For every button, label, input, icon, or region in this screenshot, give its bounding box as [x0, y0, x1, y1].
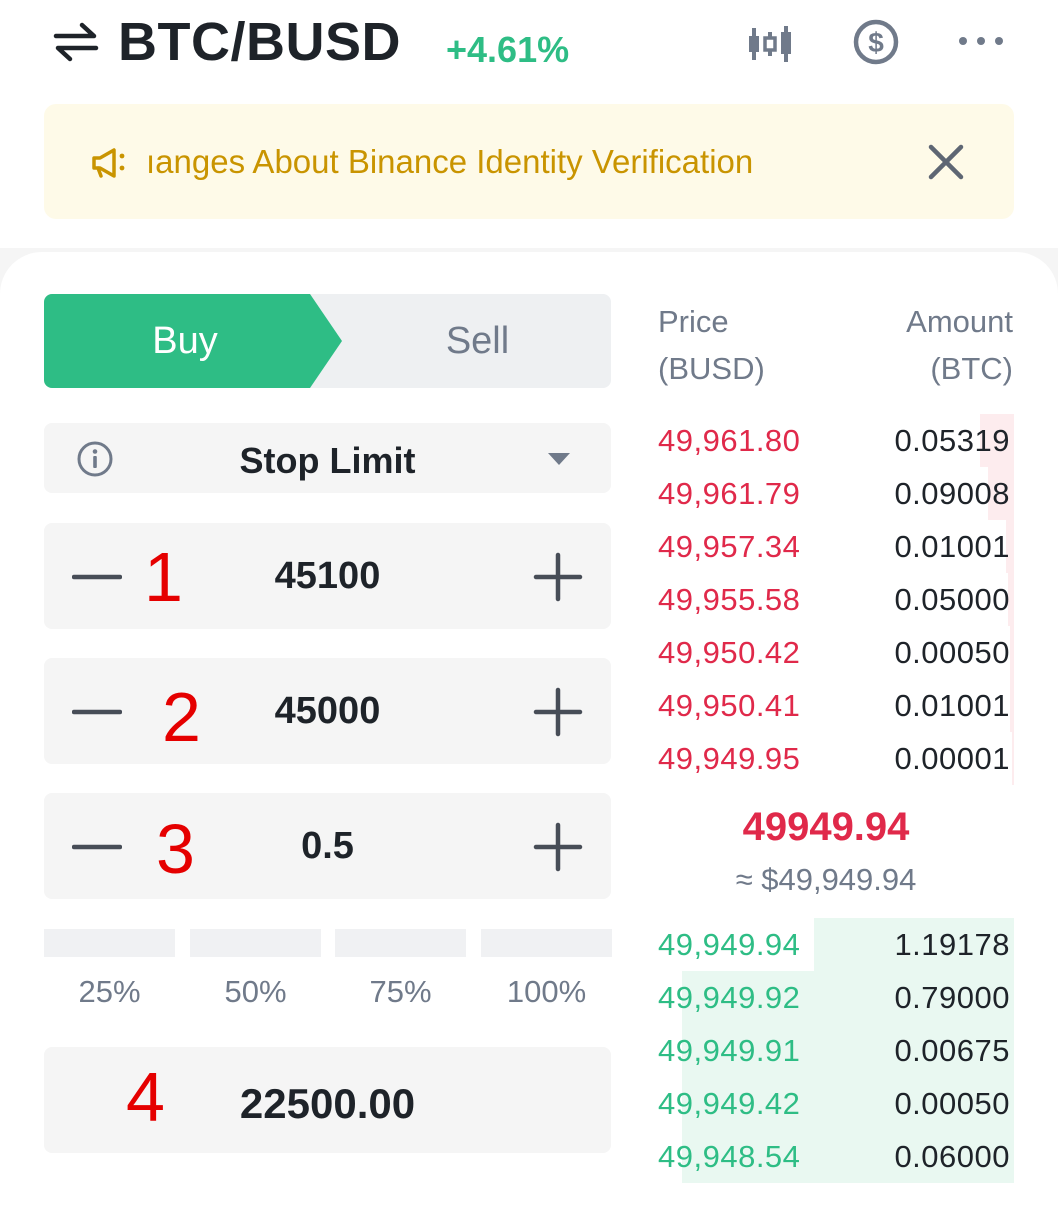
bid-price: 49,949.91 [658, 1033, 801, 1068]
svg-text:$: $ [868, 27, 884, 58]
annotation-label-2: 2 [162, 678, 201, 756]
bid-amount: 0.06000 [894, 1139, 1010, 1174]
bid-row[interactable]: 49,949.42 0.00050 [658, 1077, 1014, 1130]
amount-input[interactable]: 0.5 [44, 793, 611, 899]
percent-label-25[interactable]: 25% [44, 972, 175, 1012]
ask-row[interactable]: 49,949.95 0.00001 [658, 732, 1014, 785]
plus-icon[interactable] [532, 551, 584, 603]
ask-amount: 0.05000 [894, 582, 1010, 617]
percent-segment-100[interactable] [481, 929, 612, 957]
ask-price: 49,949.95 [658, 741, 801, 776]
limit-price-stepper: 45000 [44, 658, 611, 764]
amount-stepper: 0.5 [44, 793, 611, 899]
megaphone-icon [92, 148, 125, 178]
bid-price: 49,949.42 [658, 1086, 801, 1121]
percent-segment-50[interactable] [190, 929, 321, 957]
ask-depth-bar [1010, 679, 1014, 732]
bid-price: 49,949.92 [658, 980, 801, 1015]
bid-price: 49,948.54 [658, 1139, 801, 1174]
dollar-circle-icon[interactable]: $ [852, 18, 900, 66]
annotation-label-3: 3 [156, 810, 195, 888]
ask-amount: 0.01001 [894, 529, 1010, 564]
percent-label-75[interactable]: 75% [335, 972, 466, 1012]
annotation-label-4: 4 [126, 1058, 165, 1136]
ask-amount: 0.00001 [894, 741, 1010, 776]
price-header-line2: (BUSD) [658, 351, 765, 386]
last-price[interactable]: 49949.94 [658, 800, 994, 854]
ask-amount: 0.05319 [894, 423, 1010, 458]
ask-row[interactable]: 49,950.42 0.00050 [658, 626, 1014, 679]
close-icon[interactable] [926, 142, 966, 182]
bid-amount: 0.79000 [894, 980, 1010, 1015]
trading-pair-title[interactable]: BTC/BUSD [118, 10, 401, 74]
plus-icon[interactable] [532, 821, 584, 873]
banner-marquee: ıanges About Binance Identity Verificati… [144, 104, 844, 219]
bid-row[interactable]: 49,949.94 1.19178 [658, 918, 1014, 971]
more-options-icon[interactable] [956, 34, 1006, 48]
bid-amount: 0.00050 [894, 1086, 1010, 1121]
annotation-label-1: 1 [144, 538, 183, 616]
ask-amount: 0.09008 [894, 476, 1010, 511]
bid-row[interactable]: 49,949.91 0.00675 [658, 1024, 1014, 1077]
stop-price-input[interactable]: 45100 [44, 523, 611, 629]
ask-amount: 0.00050 [894, 635, 1010, 670]
sell-tab[interactable]: Sell [344, 294, 611, 388]
bid-row[interactable]: 49,949.92 0.79000 [658, 971, 1014, 1024]
percent-label-100[interactable]: 100% [481, 972, 612, 1012]
ask-row[interactable]: 49,961.80 0.05319 [658, 414, 1014, 467]
buy-sell-toggle: Buy Sell [44, 294, 611, 388]
ask-price: 49,955.58 [658, 582, 801, 617]
ask-row[interactable]: 49,961.79 0.09008 [658, 467, 1014, 520]
percent-label-50[interactable]: 50% [190, 972, 321, 1012]
caret-down-icon[interactable] [546, 451, 572, 467]
ask-amount: 0.01001 [894, 688, 1010, 723]
bid-amount: 0.00675 [894, 1033, 1010, 1068]
price-column-header: Price (BUSD) [658, 298, 765, 392]
order-type-value: Stop Limit [239, 440, 416, 481]
amount-column-header: Amount (BTC) [820, 298, 1013, 392]
ask-depth-bar [1010, 626, 1014, 679]
price-header-line1: Price [658, 304, 729, 339]
candlestick-chart-icon[interactable] [746, 24, 794, 64]
order-type-select[interactable]: Stop Limit [44, 423, 611, 493]
percent-segment-25[interactable] [44, 929, 175, 957]
ask-row[interactable]: 49,955.58 0.05000 [658, 573, 1014, 626]
ask-price: 49,950.41 [658, 688, 801, 723]
announcement-banner[interactable]: ıanges About Binance Identity Verificati… [44, 104, 1014, 219]
last-price-usd: ≈ $49,949.94 [735, 862, 917, 897]
swap-arrows-icon[interactable] [52, 22, 100, 62]
ask-row[interactable]: 49,957.34 0.01001 [658, 520, 1014, 573]
price-change-percent: +4.61% [446, 29, 570, 70]
ask-price: 49,950.42 [658, 635, 801, 670]
plus-icon[interactable] [532, 686, 584, 738]
buy-tab[interactable]: Buy [44, 294, 326, 388]
amount-header-line1: Amount [906, 304, 1013, 339]
ask-price: 49,961.80 [658, 423, 801, 458]
limit-price-input[interactable]: 45000 [44, 658, 611, 764]
bid-row[interactable]: 49,948.54 0.06000 [658, 1130, 1014, 1183]
stop-price-stepper: 45100 [44, 523, 611, 629]
ask-price: 49,957.34 [658, 529, 801, 564]
bid-price: 49,949.94 [658, 927, 801, 962]
ask-price: 49,961.79 [658, 476, 801, 511]
ask-row[interactable]: 49,950.41 0.01001 [658, 679, 1014, 732]
announcement-text[interactable]: ıanges About Binance Identity Verificati… [146, 142, 753, 182]
ask-depth-bar [1012, 732, 1014, 785]
percent-segment-75[interactable] [335, 929, 466, 957]
amount-header-line2: (BTC) [930, 351, 1013, 386]
bid-amount: 1.19178 [894, 927, 1010, 962]
